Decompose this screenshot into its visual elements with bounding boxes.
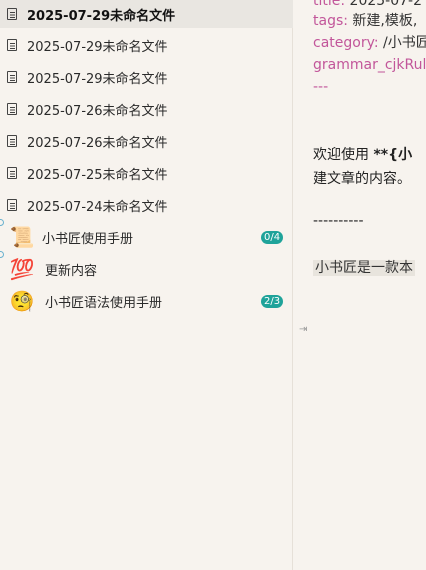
horizontal-rule-markdown: ---------- (313, 213, 364, 229)
document-icon (7, 39, 17, 51)
front-matter-key: category: (313, 35, 379, 51)
welcome-line-2: 建文章的内容。 (313, 171, 411, 187)
book-item[interactable]: 🧐 小书匠语法使用手册 2/3 (0, 287, 293, 315)
book-item[interactable]: 📜 小书匠使用手册 0/4 (0, 223, 293, 251)
front-matter-key: tags: (313, 13, 348, 29)
file-item[interactable]: 2025-07-24未命名文件 (0, 191, 293, 219)
file-item[interactable]: 2025-07-26未命名文件 (0, 95, 293, 123)
front-matter-key: title: (313, 0, 346, 9)
file-item[interactable]: 2025-07-29未命名文件 (0, 0, 293, 28)
document-icon (7, 167, 17, 179)
welcome-line: 欢迎使用 **{小 (313, 145, 412, 165)
document-icon (7, 199, 17, 211)
front-matter-end: --- (313, 79, 329, 95)
file-item[interactable]: 2025-07-26未命名文件 (0, 127, 293, 155)
front-matter-value: 新建,模板, (352, 13, 418, 29)
monocle-face-icon: 🧐 (9, 289, 35, 313)
document-icon (7, 71, 17, 83)
front-matter-grammar: grammar_cjkRul (313, 57, 426, 73)
progress-badge: 0/4 (261, 230, 284, 244)
file-item-label: 2025-07-24未命名文件 (27, 199, 168, 215)
progress-badge: 2/3 (261, 294, 284, 308)
file-item[interactable]: 2025-07-29未命名文件 (0, 63, 293, 91)
file-item-label: 2025-07-26未命名文件 (27, 135, 168, 151)
file-item-label: 2025-07-29未命名文件 (27, 8, 176, 24)
book-item-label: 更新内容 (45, 263, 98, 279)
front-matter-tags: tags: 新建,模板, (313, 11, 417, 31)
file-item-label: 2025-07-29未命名文件 (27, 39, 168, 55)
markdown-editor[interactable]: ⇥ title: 2025-07-2 tags: 新建,模板, category… (294, 0, 426, 570)
front-matter-category: category: /小书匠 (313, 33, 426, 53)
resize-grip-icon[interactable]: ⇥ (299, 324, 307, 335)
book-item-label: 小书匠语法使用手册 (45, 295, 163, 311)
file-item[interactable]: 2025-07-29未命名文件 (0, 31, 293, 59)
front-matter-title: title: 2025-07-2 (313, 0, 422, 11)
welcome-bold-text: **{小 (373, 147, 413, 163)
file-sidebar: 2025-07-29未命名文件 2025-07-29未命名文件 2025-07-… (0, 0, 293, 570)
scroll-icon: 📜 (9, 225, 35, 249)
intro-line: 小书匠是一款本 (313, 258, 415, 278)
front-matter-value: /小书匠 (383, 35, 426, 51)
book-item-label: 小书匠使用手册 (42, 231, 134, 247)
file-item[interactable]: 2025-07-25未命名文件 (0, 159, 293, 187)
highlighted-text: 小书匠是一款本 (313, 260, 415, 276)
file-item-label: 2025-07-25未命名文件 (27, 167, 168, 183)
book-item[interactable]: 💯 更新内容 (0, 255, 293, 283)
document-icon (7, 135, 17, 147)
welcome-text: 欢迎使用 (313, 147, 369, 163)
hundred-points-icon: 💯 (9, 257, 35, 281)
file-item-label: 2025-07-26未命名文件 (27, 103, 168, 119)
document-icon (7, 8, 17, 20)
document-icon (7, 103, 17, 115)
front-matter-value: 2025-07-2 (349, 0, 423, 9)
file-item-label: 2025-07-29未命名文件 (27, 71, 168, 87)
